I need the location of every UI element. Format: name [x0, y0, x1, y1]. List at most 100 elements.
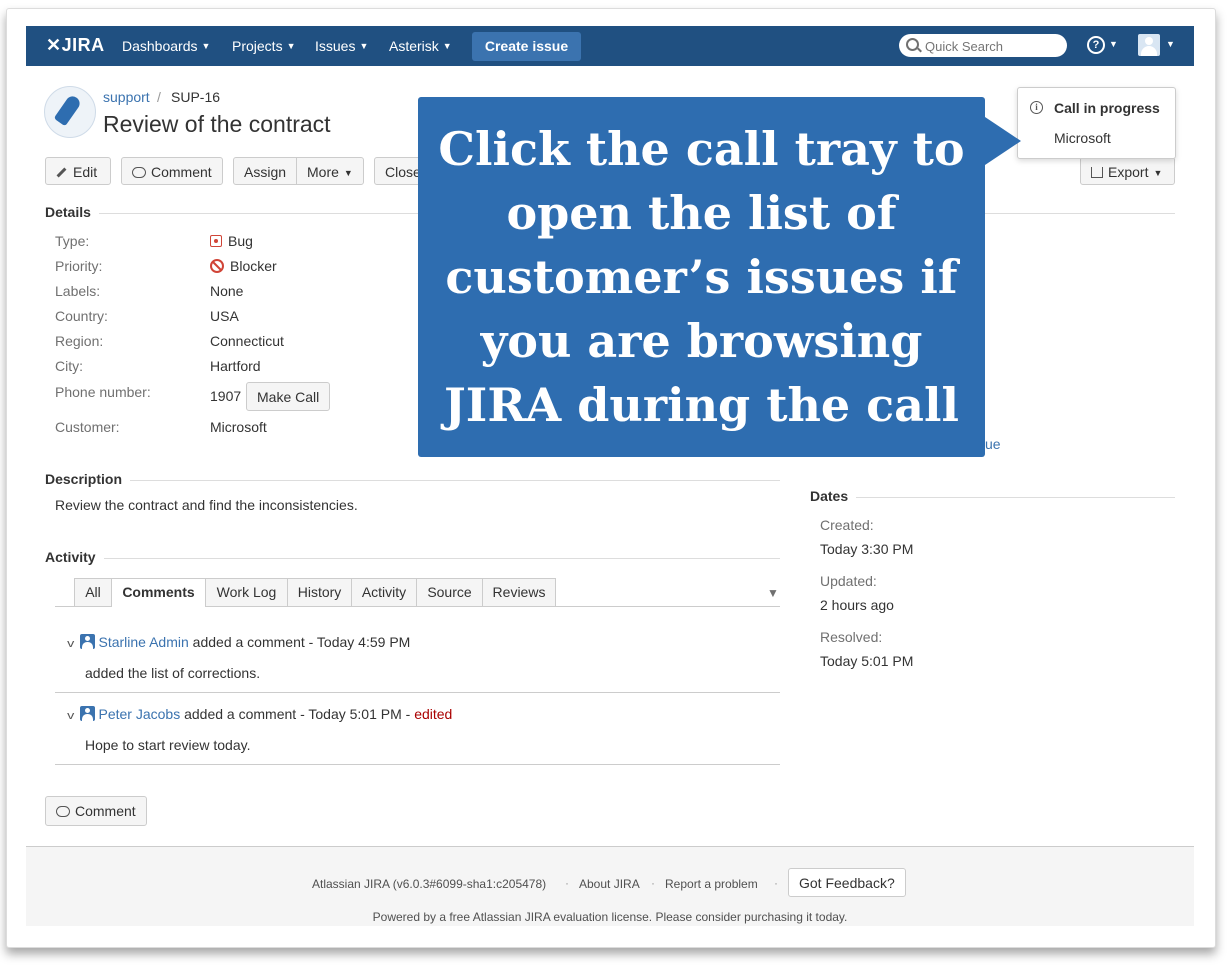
comment-label: Comment — [151, 164, 212, 180]
quick-search-input[interactable] — [923, 36, 1065, 56]
field-label-labels: Labels: — [55, 283, 101, 299]
comment-author-link[interactable]: Peter Jacobs — [99, 706, 181, 722]
updated-value: 2 hours ago — [820, 597, 894, 613]
field-value-phone: 1907 — [210, 388, 242, 404]
call-tray-title: Call in progress — [1054, 100, 1160, 116]
edited-marker[interactable]: edited — [414, 706, 452, 722]
callout-text: Click the call tray to open the list of … — [438, 122, 965, 432]
chevron-down-icon: ▼ — [1166, 39, 1175, 49]
tab-comments[interactable]: Comments — [111, 578, 206, 607]
footer-separator: · — [774, 876, 778, 890]
details-heading: Details — [45, 204, 99, 220]
edit-button[interactable]: Edit — [45, 157, 111, 185]
comment-divider — [55, 692, 780, 693]
field-value-priority: Blocker — [210, 258, 277, 274]
rocket-icon — [53, 93, 83, 127]
chevron-down-icon: ▼ — [286, 41, 296, 51]
add-comment-button[interactable]: Comment — [45, 796, 147, 826]
call-tray-popup[interactable]: i Call in progress Microsoft — [1017, 87, 1176, 159]
people-partial-link[interactable]: ue — [985, 436, 1001, 452]
footer-separator: · — [565, 876, 569, 890]
collapse-chevron-icon[interactable]: v — [67, 638, 74, 650]
activity-tabs: All Comments Work Log History Activity S… — [55, 578, 780, 607]
created-label: Created: — [820, 517, 874, 533]
tab-activity[interactable]: Activity — [351, 578, 417, 606]
tab-source[interactable]: Source — [416, 578, 483, 606]
project-avatar[interactable] — [44, 86, 96, 138]
tab-reviews[interactable]: Reviews — [482, 578, 556, 606]
field-value-city: Hartford — [210, 358, 261, 374]
field-label-phone: Phone number: — [55, 384, 151, 400]
quick-search[interactable] — [899, 34, 1067, 57]
footer-license-text: Powered by a free Atlassian JIRA evaluat… — [372, 910, 848, 924]
create-issue-button[interactable]: Create issue — [472, 32, 581, 61]
pencil-icon — [56, 167, 67, 178]
created-value: Today 3:30 PM — [820, 541, 914, 557]
nav-issues[interactable]: Issues ▼ — [315, 38, 368, 54]
comment-bubble-icon — [56, 806, 70, 817]
comment-meta: added a comment - Today 4:59 PM — [188, 634, 411, 650]
page-footer: Atlassian JIRA (v6.0.3#6099-sha1:c205478… — [26, 846, 1194, 926]
activity-heading: Activity — [45, 549, 104, 565]
description-divider — [45, 480, 780, 481]
export-label: Export — [1108, 164, 1149, 180]
field-label-country: Country: — [55, 308, 108, 324]
nav-projects[interactable]: Projects ▼ — [232, 38, 296, 54]
user-avatar-icon — [79, 706, 95, 721]
instruction-callout: Click the call tray to open the list of … — [418, 97, 1021, 457]
resolved-label: Resolved: — [820, 629, 883, 645]
info-icon: i — [1030, 101, 1043, 114]
bug-icon — [210, 235, 222, 247]
make-call-button[interactable]: Make Call — [246, 382, 331, 411]
type-text: Bug — [228, 233, 253, 249]
user-body-icon — [1141, 46, 1157, 56]
chevron-down-icon: ▼ — [442, 41, 452, 51]
edit-label: Edit — [73, 164, 98, 180]
more-button[interactable]: More ▼ — [296, 157, 364, 185]
page-title: Review of the contract — [103, 111, 331, 137]
comment-header: v Peter Jacobs added a comment - Today 5:… — [67, 706, 452, 722]
logo-text: JIRA — [61, 35, 105, 55]
sort-order-icon[interactable]: ▼ — [767, 586, 779, 600]
dates-heading: Dates — [810, 488, 857, 504]
add-comment-label: Comment — [75, 803, 136, 819]
footer-version: Atlassian JIRA (v6.0.3#6099-sha1:c205478… — [312, 877, 547, 891]
nav-label: Dashboards — [122, 38, 198, 54]
field-value-labels: None — [210, 283, 244, 299]
feedback-button[interactable]: Got Feedback? — [788, 868, 906, 897]
breadcrumb-issue-key[interactable]: SUP-16 — [171, 89, 220, 105]
comment-author-link[interactable]: Starline Admin — [99, 634, 189, 650]
jira-logo[interactable]: ✕JIRA — [46, 35, 105, 56]
breadcrumb-project[interactable]: support — [103, 89, 150, 105]
user-avatar[interactable] — [1138, 34, 1160, 56]
activity-divider — [45, 558, 780, 559]
tab-all[interactable]: All — [74, 578, 112, 606]
help-icon[interactable]: ? — [1087, 36, 1105, 54]
comment-body: Hope to start review today. — [85, 737, 251, 753]
chevron-down-icon: ▼ — [1153, 168, 1163, 178]
tab-history[interactable]: History — [287, 578, 352, 606]
top-navigation-bar: ✕JIRA Dashboards ▼ Projects ▼ Issues ▼ Aste… — [26, 26, 1194, 66]
logo-mark-icon: ✕ — [46, 35, 62, 55]
comment-toolbar-button[interactable]: Comment — [121, 157, 223, 185]
export-icon — [1091, 167, 1103, 178]
field-value-region: Connecticut — [210, 333, 284, 349]
comment-meta: added a comment - Today 5:01 PM - — [180, 706, 415, 722]
nav-dashboards[interactable]: Dashboards ▼ — [122, 38, 210, 54]
priority-text: Blocker — [230, 258, 277, 274]
field-label-region: Region: — [55, 333, 104, 349]
export-button[interactable]: Export ▼ — [1080, 157, 1175, 185]
blocker-icon — [210, 259, 224, 273]
nav-asterisk[interactable]: Asterisk ▼ — [389, 38, 452, 54]
collapse-chevron-icon[interactable]: v — [67, 710, 74, 722]
footer-report-link[interactable]: Report a problem — [665, 877, 758, 891]
call-tray-customer[interactable]: Microsoft — [1054, 130, 1111, 146]
description-text: Review the contract and find the inconsi… — [55, 497, 358, 513]
description-heading: Description — [45, 471, 131, 487]
tab-work-log[interactable]: Work Log — [205, 578, 288, 606]
field-value-country: USA — [210, 308, 239, 324]
more-label: More — [307, 164, 339, 180]
assign-button[interactable]: Assign — [233, 157, 297, 185]
footer-about-link[interactable]: About JIRA — [579, 877, 640, 891]
field-value-type: Bug — [210, 233, 253, 249]
